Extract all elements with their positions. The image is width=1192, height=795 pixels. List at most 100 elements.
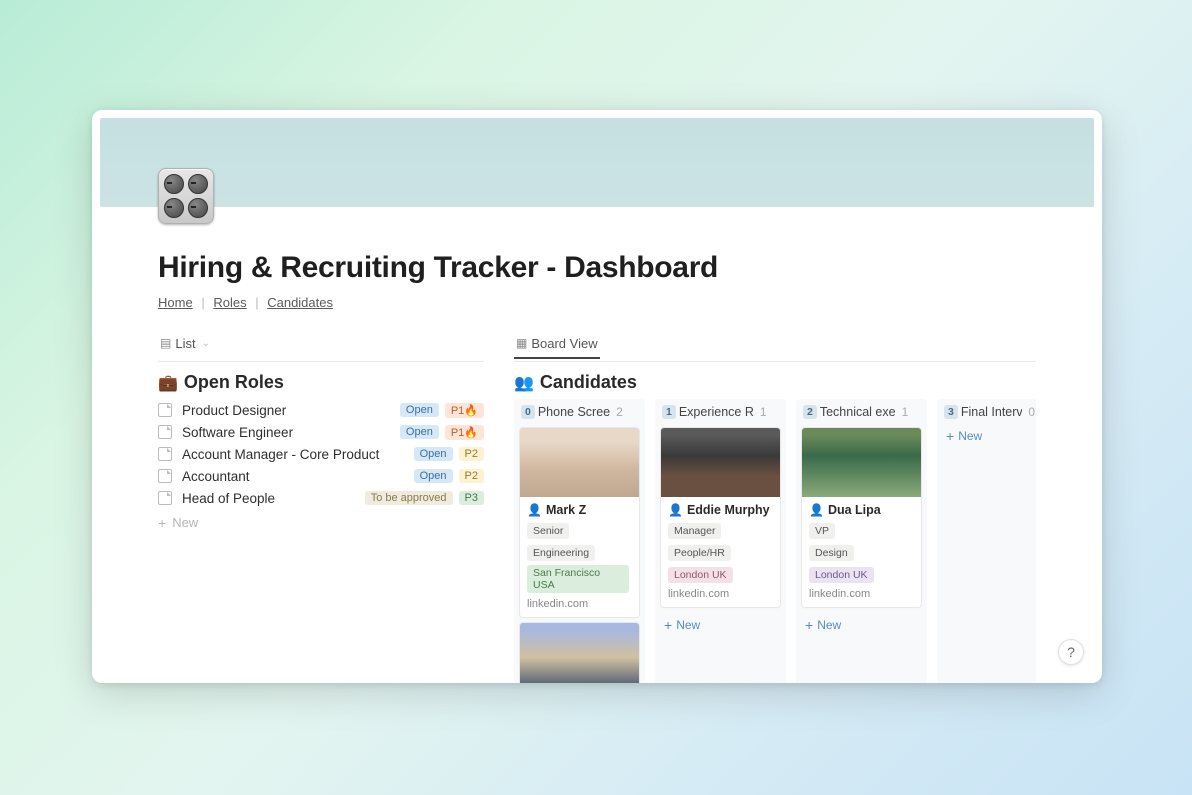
candidate-tag: London UK	[668, 567, 733, 583]
candidate-tag: Senior	[527, 523, 569, 539]
briefcase-icon: 💼	[158, 373, 178, 393]
board-column: 3Final Intervie 0 + New	[937, 399, 1036, 683]
column-header[interactable]: 1Experience R1	[658, 405, 783, 423]
open-roles-heading: Open Roles	[184, 372, 284, 393]
candidate-tag: People/HR	[668, 545, 731, 561]
person-icon: 👤	[809, 503, 824, 517]
people-icon: 👥	[514, 373, 534, 393]
cover-image	[100, 118, 1094, 207]
candidate-tag: London UK	[809, 567, 874, 583]
stage-number-badge: 3	[944, 405, 958, 419]
candidate-tag: San Francisco USA	[527, 565, 629, 593]
stage-number-badge: 0	[521, 405, 535, 419]
plus-icon: +	[805, 618, 813, 632]
priority-badge: P2	[459, 447, 484, 461]
priority-badge: P3	[459, 491, 484, 505]
candidate-photo	[520, 428, 639, 497]
column-header[interactable]: 3Final Intervie 0	[940, 405, 1036, 423]
priority-badge: P1🔥	[445, 425, 484, 440]
add-card-label: New	[958, 429, 982, 443]
board-icon: ▦	[516, 336, 527, 350]
help-button[interactable]: ?	[1058, 639, 1084, 665]
candidate-name: Eddie Murphy	[687, 503, 770, 517]
plus-icon: +	[664, 618, 672, 632]
breadcrumb-home[interactable]: Home	[158, 295, 193, 310]
column-count: 2	[616, 405, 623, 419]
stage-number-badge: 2	[803, 405, 817, 419]
priority-badge: P1🔥	[445, 403, 484, 418]
candidate-link: linkedin.com	[527, 598, 632, 610]
page-icon	[158, 403, 172, 417]
page-icon	[158, 447, 172, 461]
board-column: 0Phone Scree 2 👤 Mark Z Senior Engineering San…	[514, 399, 645, 683]
stage-number-badge: 1	[662, 405, 676, 419]
role-row[interactable]: Account Manager - Core Product Open P2	[158, 443, 484, 465]
column-header[interactable]: 2Technical exe 1	[799, 405, 924, 423]
priority-badge: P2	[459, 469, 484, 483]
view-tab-list[interactable]: ▤ List ⌄	[158, 336, 212, 359]
person-icon: 👤	[527, 503, 542, 517]
column-count: 1	[760, 405, 767, 419]
add-card-button[interactable]: + New	[940, 423, 1036, 445]
breadcrumb: Home | Roles | Candidates	[158, 295, 1036, 310]
role-row[interactable]: Product Designer Open P1🔥	[158, 399, 484, 421]
role-name: Product Designer	[182, 403, 286, 418]
page-icon	[158, 425, 172, 439]
candidate-photo	[520, 623, 639, 683]
add-card-label: New	[676, 618, 700, 632]
app-window: Hiring & Recruiting Tracker - Dashboard …	[92, 110, 1102, 683]
role-name: Accountant	[182, 469, 250, 484]
role-row[interactable]: Head of PeopleTo be approvedP3	[158, 487, 484, 509]
plus-icon: +	[158, 516, 166, 530]
candidate-photo	[802, 428, 921, 497]
add-role-label: New	[172, 515, 198, 530]
add-role-button[interactable]: + New	[158, 515, 484, 530]
stage-name: Final Intervie	[961, 405, 1022, 419]
page-title: Hiring & Recruiting Tracker - Dashboard	[158, 251, 1036, 285]
candidate-photo	[661, 428, 780, 497]
status-badge: Open	[400, 425, 439, 439]
chevron-down-icon: ⌄	[202, 338, 210, 349]
candidate-tag: Manager	[668, 523, 721, 539]
add-card-button[interactable]: + New	[799, 612, 924, 634]
candidate-name: Dua Lipa	[828, 503, 881, 517]
column-count: 1	[902, 405, 909, 419]
candidate-link: linkedin.com	[809, 588, 914, 600]
status-badge: Open	[400, 403, 439, 417]
column-header[interactable]: 0Phone Scree 2	[517, 405, 642, 423]
view-tab-label: Board View	[531, 336, 597, 351]
stage-name: Experience R	[679, 405, 754, 419]
column-count: 0	[1028, 405, 1035, 419]
board-column: 2Technical exe 1 👤 Dua Lipa VP Design London U…	[796, 399, 927, 683]
candidate-name: Mark Z	[546, 503, 586, 517]
candidate-tag: Engineering	[527, 545, 595, 561]
role-row[interactable]: Accountant Open P2	[158, 465, 484, 487]
candidates-heading: Candidates	[540, 372, 637, 393]
help-icon: ?	[1067, 644, 1075, 660]
candidate-card[interactable]: 👤 Dua Lipa VP Design London UK linkedin.com	[801, 427, 922, 608]
candidate-tag: VP	[809, 523, 835, 539]
stage-name: Technical exe	[820, 405, 896, 419]
page-icon-dashboard[interactable]	[158, 168, 214, 224]
breadcrumb-candidates[interactable]: Candidates	[267, 295, 333, 310]
board-column: 1Experience R1👤Eddie MurphyManagerPeople…	[655, 399, 786, 683]
role-name: Software Engineer	[182, 425, 293, 440]
candidate-card[interactable]	[519, 622, 640, 683]
candidate-tag: Design	[809, 545, 854, 561]
candidate-card[interactable]: 👤 Mark Z Senior Engineering San Francisco US…	[519, 427, 640, 618]
open-roles-panel: ▤ List ⌄ 💼 Open Roles Product Designer Op…	[158, 332, 484, 683]
status-badge: Open	[414, 447, 453, 461]
list-icon: ▤	[160, 336, 171, 350]
add-card-button[interactable]: + New	[658, 612, 783, 634]
stage-name: Phone Scree	[538, 405, 610, 419]
role-name: Account Manager - Core Product	[182, 447, 379, 462]
candidates-panel: ▦ Board View 👥 Candidates 0Phone Scree2👤…	[514, 332, 1036, 683]
add-card-label: New	[817, 618, 841, 632]
plus-icon: +	[946, 429, 954, 443]
role-row[interactable]: Software Engineer Open P1🔥	[158, 421, 484, 443]
status-badge: Open	[414, 469, 453, 483]
status-badge: To be approved	[365, 491, 453, 505]
breadcrumb-roles[interactable]: Roles	[213, 295, 246, 310]
view-tab-board[interactable]: ▦ Board View	[514, 336, 600, 359]
candidate-card[interactable]: 👤Eddie MurphyManagerPeople/HRLondon UKli…	[660, 427, 781, 608]
